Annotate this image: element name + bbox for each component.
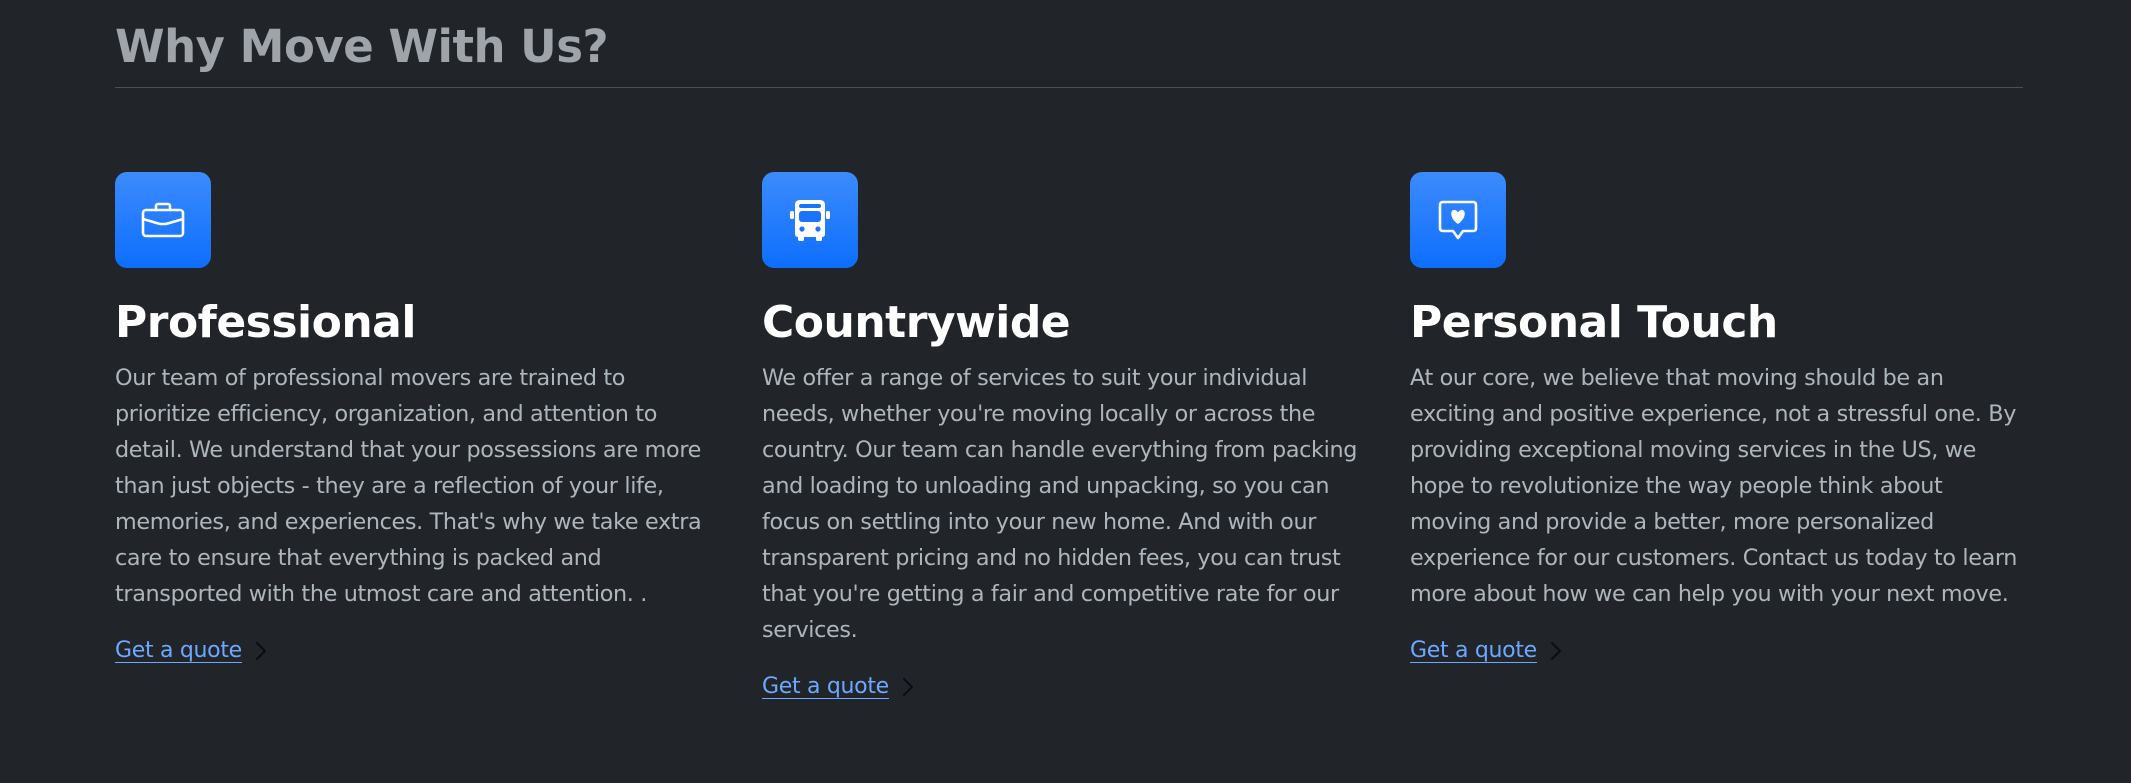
briefcase-icon	[115, 172, 211, 268]
features-section: Why Move With Us? Professional Our team …	[0, 0, 2131, 783]
feature-professional: Professional Our team of professional mo…	[115, 172, 725, 666]
chevron-right-icon	[1550, 642, 1561, 660]
feature-title: Countrywide	[762, 297, 1071, 348]
feature-personal-touch: Personal Touch At our core, we believe t…	[1410, 172, 2020, 666]
chevron-right-icon	[255, 642, 266, 660]
get-quote-link[interactable]: Get a quote	[762, 672, 915, 702]
get-quote-label: Get a quote	[1410, 638, 1537, 663]
get-quote-label: Get a quote	[762, 674, 889, 699]
section-title: Why Move With Us?	[115, 20, 609, 73]
feature-description: At our core, we believe that moving shou…	[1410, 365, 2018, 607]
feature-description: We offer a range of services to suit you…	[762, 365, 1358, 643]
feature-title: Personal Touch	[1410, 297, 1778, 348]
chevron-right-icon	[902, 678, 913, 696]
section-divider	[115, 87, 2023, 88]
get-quote-link[interactable]: Get a quote	[115, 636, 268, 666]
chat-heart-icon	[1410, 172, 1506, 268]
get-quote-label: Get a quote	[115, 638, 242, 663]
feature-countrywide: Countrywide We offer a range of services…	[762, 172, 1372, 702]
get-quote-link[interactable]: Get a quote	[1410, 636, 1563, 666]
feature-description: Our team of professional movers are trai…	[115, 365, 702, 607]
feature-title: Professional	[115, 297, 416, 348]
bus-icon	[762, 172, 858, 268]
